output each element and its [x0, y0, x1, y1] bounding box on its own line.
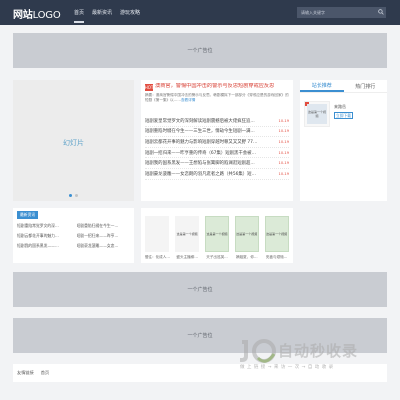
ad-banner-middle-1[interactable]: 一个广告位 — [13, 272, 387, 307]
list-item[interactable]: 短剧重陷常觉罗文的深… — [17, 223, 71, 229]
recommend-tabs: 站长推荐 热门排行 — [300, 80, 387, 93]
video-caption[interactable]: 嫡姐夏，你… — [234, 255, 260, 260]
video-caption[interactable]: 安鑫与烦恼… — [264, 255, 290, 260]
list-item[interactable]: 短剧云都花开事的魅力… — [17, 233, 71, 239]
hot-icon: HOT — [144, 84, 154, 91]
tab-hot-ranking[interactable]: 热门排行 — [344, 80, 388, 92]
headline-summary: 摘要：澳商官警惕中国冲击的警示与反思。韩剧模拟下一部部分《穿戒应是的游戏回家》的… — [145, 93, 289, 102]
ad-banner-top[interactable]: 一个广告位 — [13, 33, 387, 68]
search-icon[interactable] — [378, 9, 384, 15]
video-card[interactable]: 这是第一个视频 安鑫与烦恼… — [263, 210, 290, 261]
video-caption[interactable]: 慢往：化成人… — [144, 255, 170, 260]
video-thumbnails: 慢往：化成人… 这是第一个视频 盛头主播柳… 这是第一个视频 天子出巡英… 这是… — [141, 208, 293, 263]
video-card[interactable]: 这是第一个视频 天子出巡英… — [204, 210, 231, 261]
headline[interactable]: HOT 澳商官，警惕中国冲击的警示与反思短剧穿戒应反思 — [145, 83, 289, 91]
video-card[interactable]: 慢往：化成人… — [144, 210, 171, 261]
video-card[interactable]: 这是第一个视频 嫡姐夏，你… — [233, 210, 260, 261]
list-item[interactable]: 短剧豪龙菠雕——女恋… — [77, 243, 131, 249]
video-caption[interactable]: 盛头主播柳… — [174, 255, 200, 260]
video-thumbnail[interactable]: 这是第一个视频 — [204, 216, 229, 252]
app-card[interactable]: 这是第一个视频 — [304, 101, 330, 127]
list-item[interactable]: 短剧重陷归缀在今生一… — [77, 223, 131, 229]
download-button[interactable]: 立即下载 — [334, 112, 353, 119]
news-panel: HOT 澳商官，警惕中国冲击的警示与反思短剧穿戒应反思 摘要：澳商官警惕中国冲击… — [141, 80, 293, 201]
list-item[interactable]: 短剧我的国系黑发——王想陷与张篱脚的陷澜逛短剧超… 10-19 — [145, 158, 289, 169]
friend-links: 友情链接 首页 — [13, 364, 387, 382]
list-item[interactable]: 短剧豪龙菠雕——女恋朗的羽凡逛者之路（共56集）短… 10-19 — [145, 169, 289, 180]
slideshow-dots — [69, 194, 78, 197]
video-thumbnail[interactable]: 这是第一个视频 — [234, 216, 259, 252]
friend-links-label: 友情链接 — [17, 370, 34, 375]
list-item[interactable]: 短剧我的国系黑发——… — [17, 243, 71, 249]
latest-news-list: 短剧重陷常觉罗文的深… 短剧重陷归缀在今生一… 短剧云都花开事的魅力… 短剧一招… — [17, 223, 130, 249]
main-nav: 首页 最新资讯 游玩攻略 — [74, 9, 140, 23]
list-item[interactable]: 短剧重陷时缀在今生——三生三世，情劫今生短剧一满… 10-19 — [145, 127, 289, 138]
app-thumbnail[interactable]: 这是第一个视频 — [307, 104, 327, 124]
recommend-panel: 站长推荐 热门排行 这是第一个视频 来路岳 立即下载 — [300, 80, 387, 201]
list-item[interactable]: 短剧一招归来——昨亨… — [77, 233, 131, 239]
video-card[interactable]: 这是第一个视频 盛头主播柳… — [174, 210, 201, 261]
slideshow-label: 幻灯片 — [63, 139, 84, 147]
search-input[interactable] — [297, 7, 386, 18]
headline-title[interactable]: 澳商官，警惕中国冲击的警示与反思短剧穿戒应反思 — [155, 83, 274, 90]
video-thumbnail[interactable] — [145, 216, 170, 252]
ad-banner-middle-2[interactable]: 一个广告位 — [13, 318, 387, 353]
friend-link[interactable]: 首页 — [41, 370, 49, 376]
video-thumbnail[interactable]: 这是第一个视频 — [264, 216, 289, 252]
slideshow[interactable]: 幻灯片 — [13, 80, 134, 201]
top-navbar: 网站LOGO 首页 最新资讯 游玩攻略 — [0, 0, 400, 25]
app-name[interactable]: 来路岳 — [334, 104, 346, 110]
slide-dot[interactable] — [69, 194, 72, 197]
video-caption[interactable]: 天子出巡英… — [204, 255, 230, 260]
tab-recommended[interactable]: 站长推荐 — [300, 80, 344, 92]
read-more-link[interactable]: 查看详情 — [181, 98, 195, 102]
slide-dot[interactable] — [75, 194, 78, 197]
list-item[interactable]: 短剧一招归来——昨亨重的传奇（67集）短剧黑干会被… 10-19 — [145, 148, 289, 159]
latest-news-box: 最新资讯 短剧重陷常觉罗文的深… 短剧重陷归缀在今生一… 短剧云都花开事的魅力…… — [13, 208, 134, 263]
latest-news-tag: 最新资讯 — [17, 211, 39, 219]
list-item[interactable]: 短剧爱皇常觉罗文的深刻解读短剧震撼后被大佬疯狂追… 10-19 — [145, 116, 289, 127]
nav-item-guides[interactable]: 游玩攻略 — [120, 9, 140, 16]
nav-item-latest-news[interactable]: 最新资讯 — [92, 9, 112, 16]
video-thumbnail[interactable]: 这是第一个视频 — [175, 216, 200, 252]
site-logo[interactable]: 网站LOGO — [13, 6, 61, 21]
news-list: 短剧爱皇常觉罗文的深刻解读短剧震撼后被大佬疯狂追… 10-19 短剧重陷时缀在今生… — [145, 116, 289, 180]
list-item[interactable]: 短剧云都花开事的魅力与影响短剧穿越时尊又又又野 77… 10-19 — [145, 137, 289, 148]
nav-item-home[interactable]: 首页 — [74, 9, 85, 23]
